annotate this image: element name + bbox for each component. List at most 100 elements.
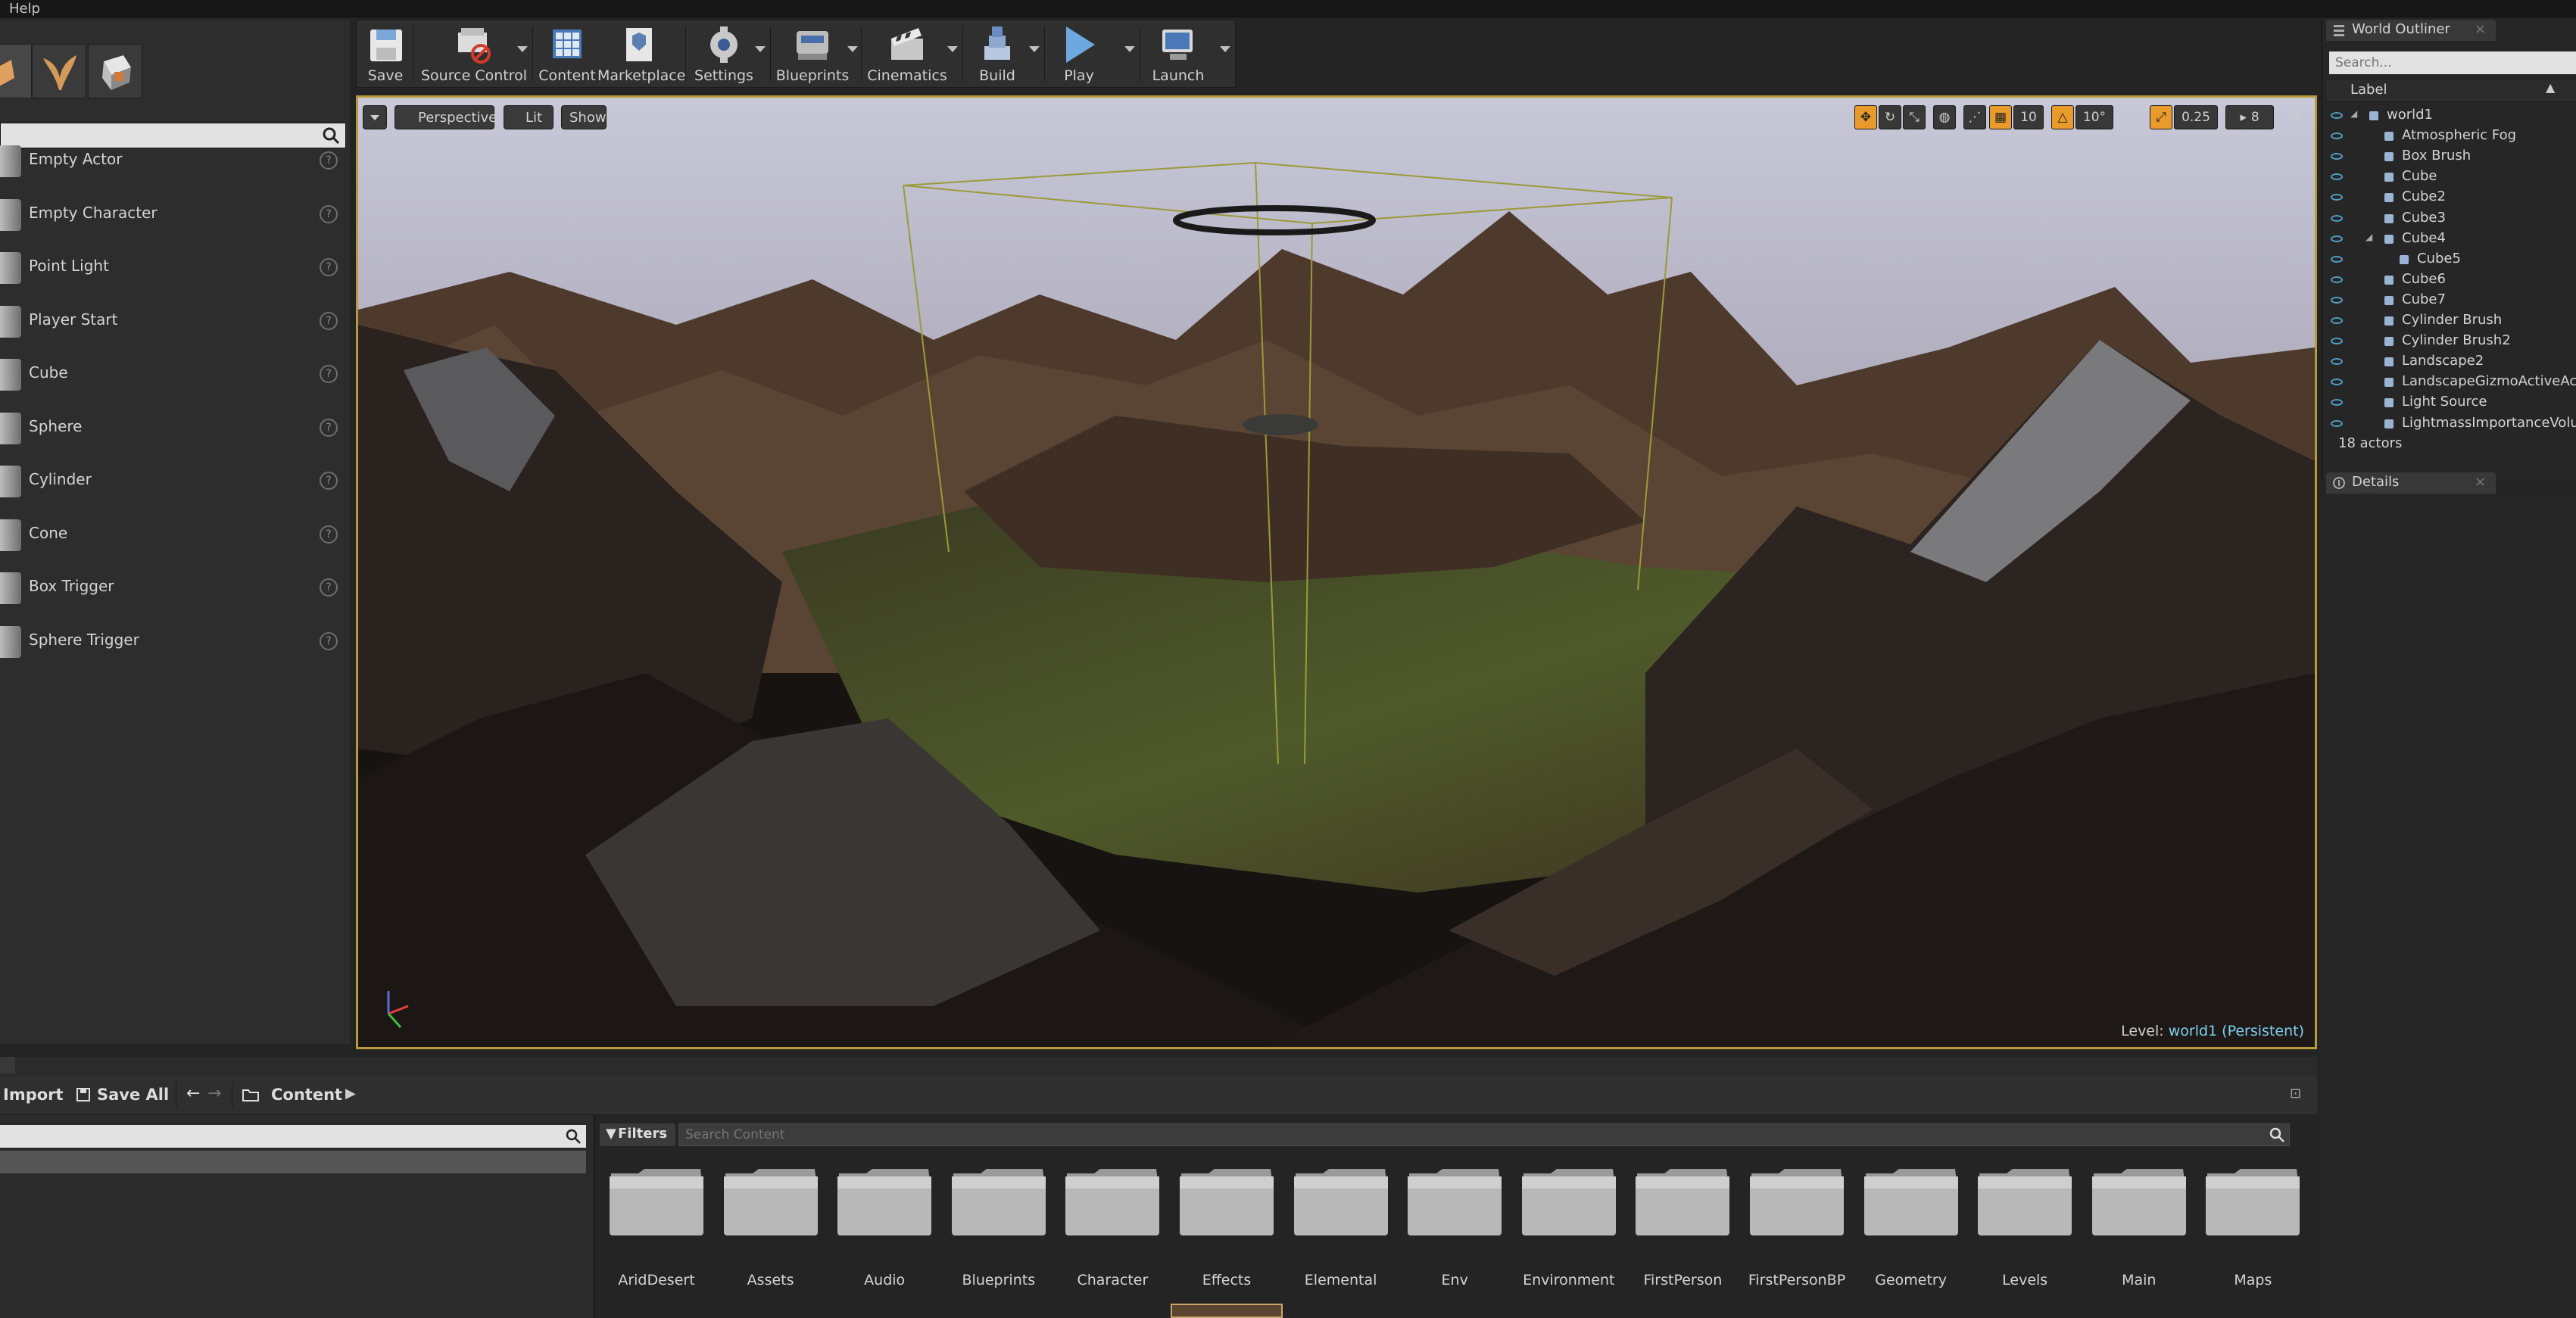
- visibility-eye-icon[interactable]: [2331, 132, 2343, 140]
- settings-button[interactable]: Settings: [690, 20, 758, 87]
- place-item[interactable]: Point Light?: [0, 241, 345, 294]
- cinematics-dropdown-icon[interactable]: [947, 46, 958, 52]
- outliner-row[interactable]: Cube3: [2322, 209, 2576, 229]
- visibility-eye-icon[interactable]: [2331, 338, 2343, 345]
- breadcrumb-arrow-icon[interactable]: ▶: [345, 1086, 356, 1101]
- visibility-eye-icon[interactable]: [2331, 173, 2343, 181]
- place-item[interactable]: Cube?: [0, 348, 345, 401]
- grid-snap-icon[interactable]: ▦: [1989, 105, 2012, 129]
- grid-snap-value[interactable]: 10: [2013, 105, 2044, 129]
- folder-icon[interactable]: [1293, 1163, 1389, 1239]
- help-icon[interactable]: ?: [320, 631, 338, 650]
- content-button[interactable]: Content: [537, 20, 597, 87]
- breadcrumb-content[interactable]: Content: [271, 1086, 342, 1104]
- back-arrow-icon[interactable]: ←: [186, 1084, 200, 1103]
- help-icon[interactable]: ?: [320, 578, 338, 597]
- visibility-eye-icon[interactable]: [2331, 255, 2343, 263]
- folder-icon[interactable]: [1863, 1163, 1960, 1239]
- build-button[interactable]: Build: [967, 20, 1028, 87]
- save-all-button[interactable]: Save All: [97, 1086, 169, 1104]
- help-icon[interactable]: ?: [320, 418, 338, 437]
- outliner-row[interactable]: Cube2: [2322, 188, 2576, 208]
- visibility-eye-icon[interactable]: [2331, 112, 2343, 119]
- play-dropdown-icon[interactable]: [1124, 46, 1135, 52]
- visibility-eye-icon[interactable]: [2331, 399, 2343, 407]
- translate-tool-icon[interactable]: ✥: [1854, 105, 1877, 129]
- rotate-tool-icon[interactable]: ↻: [1879, 105, 1901, 129]
- place-item[interactable]: Sphere?: [0, 402, 345, 455]
- folder-icon[interactable]: [608, 1163, 705, 1239]
- visibility-eye-icon[interactable]: [2331, 379, 2343, 386]
- folder-icon[interactable]: [1406, 1163, 1503, 1239]
- folder-icon[interactable]: [2091, 1163, 2188, 1239]
- close-icon[interactable]: ×: [2475, 21, 2486, 37]
- outliner-row[interactable]: Cube: [2322, 167, 2576, 188]
- rotation-snap-icon[interactable]: △: [2051, 105, 2074, 129]
- place-item[interactable]: Cone?: [0, 509, 345, 562]
- visibility-eye-icon[interactable]: [2331, 235, 2343, 242]
- launch-button[interactable]: Launch: [1144, 20, 1212, 87]
- outliner-row[interactable]: Light Source: [2322, 393, 2576, 413]
- build-dropdown-icon[interactable]: [1029, 46, 1040, 52]
- content-search-input[interactable]: [678, 1123, 2290, 1146]
- surface-snap-icon[interactable]: ⋰: [1963, 105, 1986, 129]
- place-item[interactable]: Cylinder?: [0, 455, 345, 508]
- menu-help[interactable]: Help: [9, 1, 40, 17]
- world-space-icon[interactable]: ◍: [1933, 105, 1956, 129]
- content-browser-tab[interactable]: [0, 1057, 15, 1073]
- viewport-options-button[interactable]: [363, 105, 387, 129]
- help-icon[interactable]: ?: [320, 311, 338, 330]
- marketplace-button[interactable]: Marketplace: [597, 20, 685, 87]
- outliner-row[interactable]: Cylinder Brush2: [2322, 332, 2576, 352]
- folder-icon[interactable]: [950, 1163, 1047, 1239]
- source-control-dropdown-icon[interactable]: [517, 46, 528, 52]
- blueprints-button[interactable]: Blueprints: [775, 20, 850, 87]
- launch-dropdown-icon[interactable]: [1220, 46, 1230, 52]
- folder-icon[interactable]: [1634, 1163, 1731, 1239]
- folder-icon[interactable]: [2204, 1163, 2301, 1239]
- close-icon[interactable]: ×: [2475, 474, 2486, 490]
- outliner-row[interactable]: Box Brush: [2322, 147, 2576, 167]
- scale-snap-value[interactable]: 0.25: [2174, 105, 2218, 129]
- place-item[interactable]: Empty Character?: [0, 189, 345, 241]
- perspective-button[interactable]: Perspective: [395, 105, 497, 129]
- place-item[interactable]: Empty Actor?: [0, 135, 345, 188]
- settings-dropdown-icon[interactable]: [755, 46, 766, 52]
- outliner-row[interactable]: Cube6: [2322, 270, 2576, 291]
- visibility-eye-icon[interactable]: [2331, 296, 2343, 304]
- place-mode-icon[interactable]: [0, 44, 32, 98]
- geometry-mode-icon[interactable]: [88, 44, 142, 98]
- folder-icon[interactable]: [1178, 1163, 1275, 1239]
- outliner-row[interactable]: ◢ world1: [2322, 106, 2576, 126]
- forward-arrow-icon[interactable]: →: [207, 1084, 221, 1103]
- visibility-eye-icon[interactable]: [2331, 194, 2343, 201]
- outliner-row[interactable]: Landscape2: [2322, 352, 2576, 372]
- visibility-eye-icon[interactable]: [2331, 276, 2343, 283]
- expand-arrow-icon[interactable]: ◢: [2365, 232, 2372, 242]
- cinematics-button[interactable]: Cinematics: [865, 20, 949, 87]
- source-control-button[interactable]: Source Control: [417, 20, 531, 87]
- folder-search-input[interactable]: [0, 1125, 586, 1148]
- expand-arrow-icon[interactable]: ◢: [2350, 108, 2357, 119]
- help-icon[interactable]: ?: [320, 151, 338, 170]
- outliner-search-input[interactable]: [2329, 51, 2576, 74]
- scale-snap-icon[interactable]: ⤢: [2150, 105, 2172, 129]
- help-icon[interactable]: ?: [320, 472, 338, 490]
- folder-icon[interactable]: [1976, 1163, 2073, 1239]
- visibility-eye-icon[interactable]: [2331, 153, 2343, 160]
- folder-icon[interactable]: [1064, 1163, 1161, 1239]
- play-button[interactable]: Play: [1049, 20, 1109, 87]
- help-icon[interactable]: ?: [320, 365, 338, 383]
- blueprints-dropdown-icon[interactable]: [847, 46, 858, 52]
- folder-icon[interactable]: [1520, 1163, 1617, 1239]
- folder-icon[interactable]: [836, 1163, 933, 1239]
- scale-tool-icon[interactable]: ⤡: [1903, 105, 1926, 129]
- folder-icon[interactable]: [722, 1163, 819, 1239]
- outliner-row[interactable]: Atmospheric Fog: [2322, 126, 2576, 147]
- visibility-eye-icon[interactable]: [2331, 358, 2343, 366]
- foliage-mode-icon[interactable]: [32, 44, 86, 98]
- outliner-row[interactable]: Cube7: [2322, 291, 2576, 311]
- folder-tree-row[interactable]: [0, 1151, 586, 1173]
- outliner-row[interactable]: LightmassImportanceVolume: [2322, 414, 2576, 435]
- place-item[interactable]: Box Trigger?: [0, 562, 345, 615]
